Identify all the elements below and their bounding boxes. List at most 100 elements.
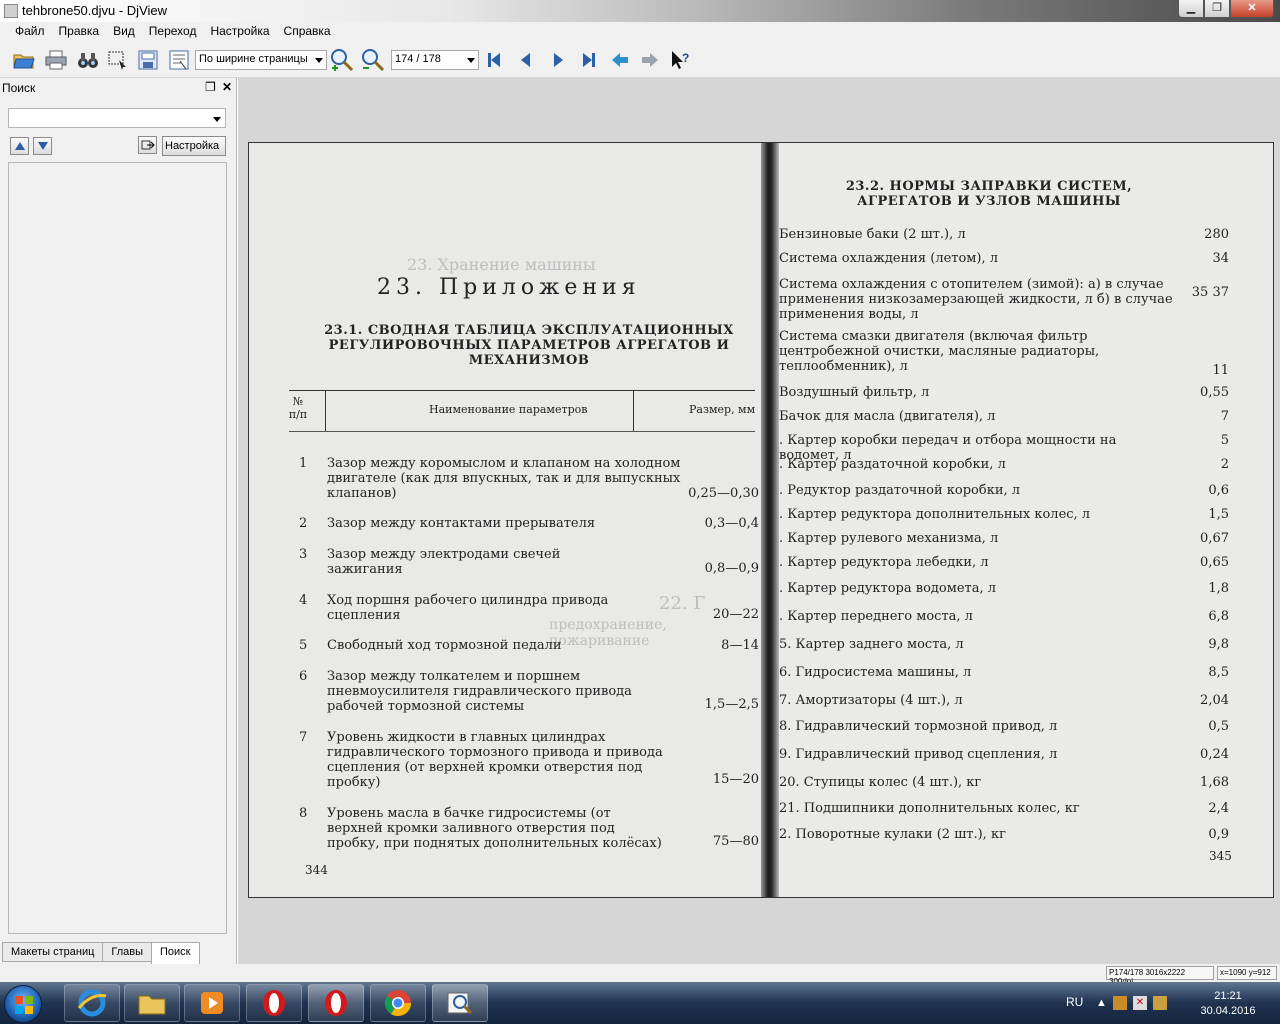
page-number-select[interactable]: 174 / 178: [391, 50, 479, 70]
zoom-out-icon[interactable]: [361, 48, 385, 72]
taskbar-opera-1[interactable]: [246, 984, 302, 1022]
windows-logo-icon: [15, 996, 33, 1014]
media-player-icon: [201, 992, 223, 1014]
last-page-icon[interactable]: [577, 48, 601, 72]
fill-norm-text: 9. Гидравлический привод сцепления, л: [779, 747, 1058, 762]
fill-norm-text: . Картер редуктора лебедки, л: [779, 555, 989, 570]
taskbar-ie[interactable]: [64, 984, 120, 1022]
fill-norm-row: . Картер коробки передач и отбора мощнос…: [779, 433, 1229, 463]
title-bar: tehbrone50.djvu - DjView ▁ ❐ ✕: [0, 0, 1280, 22]
row-value: 8—14: [721, 638, 759, 653]
sidebar-search-panel: Поиск ❐ ✕ Настройка Макеты страниц Главы…: [0, 78, 237, 965]
row-text: Зазор между толкателем и поршнем пневмоу…: [327, 669, 632, 714]
back-arrow-icon[interactable]: [608, 48, 632, 72]
row-text: Зазор между коромыслом и клапаном на хол…: [327, 456, 681, 501]
menu-go[interactable]: Переход: [142, 22, 204, 42]
taskbar-explorer[interactable]: [124, 984, 180, 1022]
taskbar-djview[interactable]: [432, 984, 488, 1022]
undock-icon[interactable]: ❐: [205, 80, 216, 94]
document-viewer[interactable]: 23. Хранение машины 22. Г предохранение,…: [238, 78, 1280, 964]
fill-norm-value: 2: [1220, 457, 1229, 472]
tab-page-thumbnails[interactable]: Макеты страниц: [2, 942, 104, 962]
chevron-down-icon: [467, 58, 475, 63]
status-bar: P174/178 3016x2222 300dpi x=1090 y=912: [0, 964, 1280, 986]
row-text: Свободный ход тормозной педали: [327, 638, 562, 653]
fill-norm-row: 7. Амортизаторы (4 шт.), л 2,04: [779, 693, 1229, 709]
find-binoculars-icon[interactable]: [76, 48, 100, 72]
minimize-button[interactable]: ▁: [1178, 0, 1204, 18]
system-clock[interactable]: 21:21 30.04.2016: [1196, 989, 1260, 1019]
close-panel-icon[interactable]: ✕: [222, 80, 232, 94]
previous-page-icon[interactable]: [514, 48, 538, 72]
right-page: 23.2. НОРМЫ ЗАПРАВКИ СИСТЕМ, АГРЕГАТОВ И…: [779, 143, 1273, 897]
start-button[interactable]: [4, 985, 42, 1023]
fill-norm-text: . Картер рулевого механизма, л: [779, 531, 999, 546]
whats-this-help-icon[interactable]: ?: [668, 48, 692, 72]
taskbar-opera-2[interactable]: [308, 984, 364, 1022]
fill-norm-value: 7: [1220, 409, 1229, 424]
open-file-icon[interactable]: [12, 48, 36, 72]
tab-outline[interactable]: Главы: [102, 942, 153, 962]
cursor-coords-status: x=1090 y=912: [1217, 966, 1277, 980]
zoom-mode-select[interactable]: По ширине страницы: [195, 50, 327, 70]
row-number: 7: [299, 730, 308, 745]
fill-norm-row: 2. Поворотные кулаки (2 шт.), кг 0,9: [779, 827, 1229, 843]
print-icon[interactable]: [44, 48, 68, 72]
zoom-in-icon[interactable]: [330, 48, 354, 72]
menu-file[interactable]: Файл: [8, 22, 52, 42]
book-spine-shadow: [761, 143, 779, 897]
search-settings-label: Настройка: [165, 140, 220, 152]
left-page: 23. Хранение машины 22. Г предохранение,…: [249, 143, 761, 897]
table-top-rule: [289, 390, 755, 391]
tray-overflow-icon[interactable]: ▲: [1096, 997, 1107, 1009]
table-title: 23.1. СВОДНАЯ ТАБЛИЦА ЭКСПЛУАТАЦИОННЫХ Р…: [324, 323, 734, 368]
action-center-icon[interactable]: ✕: [1132, 996, 1147, 1010]
table-row: 5 Свободный ход тормозной педали 8—14: [299, 638, 759, 656]
row-number: 5: [299, 638, 308, 653]
menu-help[interactable]: Справка: [277, 22, 338, 42]
search-go-button[interactable]: [138, 136, 157, 154]
windows-taskbar: RU ▲ ✕ 21:21 30.04.2016: [0, 982, 1280, 1024]
page-layout-icon[interactable]: [167, 48, 191, 72]
fill-norm-text: . Редуктор раздаточной коробки, л: [779, 483, 1021, 498]
next-page-icon[interactable]: [546, 48, 570, 72]
taskbar-chrome[interactable]: [370, 984, 426, 1022]
volume-icon[interactable]: [1152, 996, 1167, 1010]
fill-norm-text: 7. Амортизаторы (4 шт.), л: [779, 693, 963, 708]
close-button[interactable]: ✕: [1230, 0, 1274, 18]
menu-edit[interactable]: Правка: [52, 22, 107, 42]
taskbar-media-player[interactable]: [184, 984, 240, 1022]
fill-norm-text: Бачок для масла (двигателя), л: [779, 409, 996, 424]
menu-view[interactable]: Вид: [106, 22, 142, 42]
search-input[interactable]: [8, 108, 226, 128]
fill-norm-row: . Картер раздаточной коробки, л 2: [779, 457, 1229, 473]
search-next-button[interactable]: [33, 137, 52, 155]
select-region-icon[interactable]: [106, 48, 130, 72]
fill-norm-value: 8,5: [1208, 665, 1229, 680]
save-page-icon[interactable]: [136, 48, 160, 72]
opera-icon: [325, 990, 347, 1016]
search-previous-button[interactable]: [10, 137, 29, 155]
language-indicator[interactable]: RU: [1066, 995, 1083, 1009]
fill-norm-text: Воздушный фильтр, л: [779, 385, 930, 400]
menu-settings[interactable]: Настройка: [203, 22, 276, 42]
fill-norm-text: . Картер раздаточной коробки, л: [779, 457, 1006, 472]
search-settings-button[interactable]: Настройка: [162, 136, 226, 156]
forward-arrow-icon[interactable]: [638, 48, 662, 72]
network-icon[interactable]: [1112, 996, 1127, 1010]
toolbar: По ширине страницы 174 / 178 ?: [0, 42, 1280, 78]
document-page-spread: 23. Хранение машины 22. Г предохранение,…: [248, 142, 1274, 898]
arrow-up-icon: [14, 142, 25, 150]
table-divider: [325, 391, 326, 431]
tab-search[interactable]: Поиск: [151, 942, 200, 965]
search-results-list[interactable]: [8, 162, 227, 934]
fill-norm-row: . Редуктор раздаточной коробки, л 0,6: [779, 483, 1229, 499]
fill-norm-value: 0,67: [1200, 531, 1229, 546]
first-page-icon[interactable]: [482, 48, 506, 72]
fill-norm-row: 20. Ступицы колес (4 шт.), кг 1,68: [779, 775, 1229, 791]
maximize-button[interactable]: ❐: [1204, 0, 1230, 18]
fill-norm-text: 8. Гидравлический тормозной привод, л: [779, 719, 1058, 734]
arrow-down-icon: [37, 142, 48, 150]
chevron-down-icon[interactable]: [213, 117, 221, 122]
row-value: 15—20: [712, 772, 759, 787]
